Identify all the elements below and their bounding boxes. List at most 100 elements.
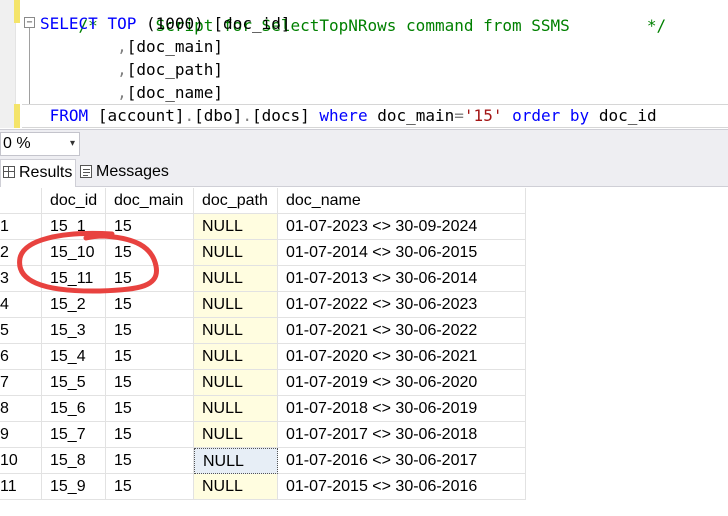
cell-doc-name[interactable]: 01-07-2018 <> 30-06-2019 (278, 396, 526, 422)
cell-doc-main[interactable]: 15 (106, 344, 194, 370)
table-account: [account] (97, 106, 185, 125)
chevron-down-icon[interactable]: ▾ (70, 133, 75, 155)
tab-results-label: Results (19, 164, 73, 181)
zoom-bar: 0 % ▾ (0, 129, 728, 157)
equals: = (454, 106, 464, 125)
zoom-value: 0 % (3, 135, 31, 152)
kw-where: where (319, 106, 368, 125)
cell-doc-main[interactable]: 15 (106, 448, 194, 474)
kw-top: TOP (107, 14, 137, 33)
cell-doc-name[interactable]: 01-07-2016 <> 30-06-2017 (278, 448, 526, 474)
cell-doc-path[interactable]: NULL (194, 474, 278, 500)
cell-doc-main[interactable]: 15 (106, 214, 194, 240)
cell-doc-name[interactable]: 01-07-2017 <> 30-06-2018 (278, 422, 526, 448)
kw-from: FROM (49, 106, 89, 125)
row-number[interactable]: 10 (0, 448, 42, 474)
select-col: [doc_name] (126, 83, 224, 102)
where-col: doc_main (377, 106, 455, 125)
zoom-dropdown[interactable]: 0 % ▾ (0, 132, 80, 156)
cell-doc-path[interactable]: NULL (194, 422, 278, 448)
row-number[interactable]: 5 (0, 318, 42, 344)
cell-doc-path[interactable]: NULL (194, 396, 278, 422)
cell-doc-main[interactable]: 15 (106, 292, 194, 318)
cell-doc-id[interactable]: 15_3 (42, 318, 106, 344)
messages-icon (80, 165, 92, 178)
row-number[interactable]: 6 (0, 344, 42, 370)
cell-doc-main[interactable]: 15 (106, 266, 194, 292)
cell-doc-main[interactable]: 15 (106, 396, 194, 422)
cell-doc-path[interactable]: NULL (194, 370, 278, 396)
cell-doc-id[interactable]: 15_4 (42, 344, 106, 370)
sql-editor[interactable]: /* Script for SelectTopNRows command fro… (0, 0, 728, 128)
code-line-col-name[interactable]: ,[doc_name] (40, 81, 223, 104)
cell-doc-main[interactable]: 15 (106, 240, 194, 266)
cell-doc-id[interactable]: 15_6 (42, 396, 106, 422)
cell-doc-id[interactable]: 15_5 (42, 370, 106, 396)
cell-doc-name[interactable]: 01-07-2014 <> 30-06-2015 (278, 240, 526, 266)
results-tabbar: Results Messages (0, 157, 728, 187)
cell-doc-main[interactable]: 15 (106, 422, 194, 448)
change-marker (14, 104, 20, 128)
cell-doc-main[interactable]: 15 (106, 474, 194, 500)
column-header-doc-id[interactable]: doc_id (42, 188, 106, 214)
where-value: '15' (463, 106, 503, 125)
cell-doc-name[interactable]: 01-07-2013 <> 30-06-2014 (278, 266, 526, 292)
row-number[interactable]: 9 (0, 422, 42, 448)
cell-doc-id[interactable]: 15_9 (42, 474, 106, 500)
cell-doc-path[interactable]: NULL (194, 292, 278, 318)
cell-doc-main[interactable]: 15 (106, 370, 194, 396)
collapse-minus-icon[interactable]: − (24, 17, 35, 28)
tab-results[interactable]: Results (0, 159, 76, 187)
grid-icon (3, 166, 15, 178)
cell-doc-path[interactable]: NULL (194, 214, 278, 240)
code-line-col-main[interactable]: ,[doc_main] (40, 35, 223, 58)
row-number[interactable]: 2 (0, 240, 42, 266)
top-count: (1000) (145, 14, 204, 33)
select-col: [doc_path] (126, 60, 224, 79)
comma: , (117, 60, 127, 79)
row-number[interactable]: 1 (0, 214, 42, 240)
select-col: [doc_main] (126, 37, 224, 56)
column-header-doc-main[interactable]: doc_main (106, 188, 194, 214)
cell-doc-name[interactable]: 01-07-2015 <> 30-06-2016 (278, 474, 526, 500)
cell-doc-path[interactable]: NULL (194, 344, 278, 370)
code-line-col-path[interactable]: ,[doc_path] (40, 58, 223, 81)
column-header-doc-name[interactable]: doc_name (278, 188, 526, 214)
code-line-from[interactable]: FROM [account].[dbo].[docs] where doc_ma… (40, 104, 657, 127)
dot: . (242, 106, 252, 125)
kw-order: order (512, 106, 561, 125)
cell-doc-id[interactable]: 15_7 (42, 422, 106, 448)
cell-doc-main[interactable]: 15 (106, 318, 194, 344)
change-marker (14, 0, 20, 23)
comma: , (117, 83, 127, 102)
row-number[interactable]: 3 (0, 266, 42, 292)
cell-doc-id[interactable]: 15_10 (42, 240, 106, 266)
code-line-select[interactable]: SELECT TOP (1000) [doc_id] (40, 12, 290, 35)
cell-doc-name[interactable]: 01-07-2021 <> 30-06-2022 (278, 318, 526, 344)
order-col: doc_id (598, 106, 657, 125)
cell-doc-name[interactable]: 01-07-2019 <> 30-06-2020 (278, 370, 526, 396)
cell-doc-path[interactable]: NULL (194, 266, 278, 292)
cell-doc-name[interactable]: 01-07-2023 <> 30-09-2024 (278, 214, 526, 240)
row-number[interactable]: 11 (0, 474, 42, 500)
cell-doc-path[interactable]: NULL (194, 240, 278, 266)
dot: . (184, 106, 195, 125)
cell-doc-id[interactable]: 15_11 (42, 266, 106, 292)
cell-doc-path[interactable]: NULL (194, 318, 278, 344)
row-number[interactable]: 8 (0, 396, 42, 422)
outline-line (29, 28, 30, 104)
column-header-doc-path[interactable]: doc_path (194, 188, 278, 214)
row-number[interactable]: 7 (0, 370, 42, 396)
cell-doc-name[interactable]: 01-07-2022 <> 30-06-2023 (278, 292, 526, 318)
cell-doc-id[interactable]: 15_2 (42, 292, 106, 318)
row-number[interactable]: 4 (0, 292, 42, 318)
cell-doc-path-selected[interactable]: NULL (194, 448, 278, 474)
corner-header[interactable] (0, 188, 42, 214)
kw-by: by (569, 106, 590, 125)
cell-doc-name[interactable]: 01-07-2020 <> 30-06-2021 (278, 344, 526, 370)
cell-doc-id[interactable]: 15_8 (42, 448, 106, 474)
tab-messages[interactable]: Messages (78, 159, 170, 187)
comma: , (117, 37, 127, 56)
cell-doc-id[interactable]: 15_1 (42, 214, 106, 240)
table-dbo: [dbo] (194, 106, 243, 125)
